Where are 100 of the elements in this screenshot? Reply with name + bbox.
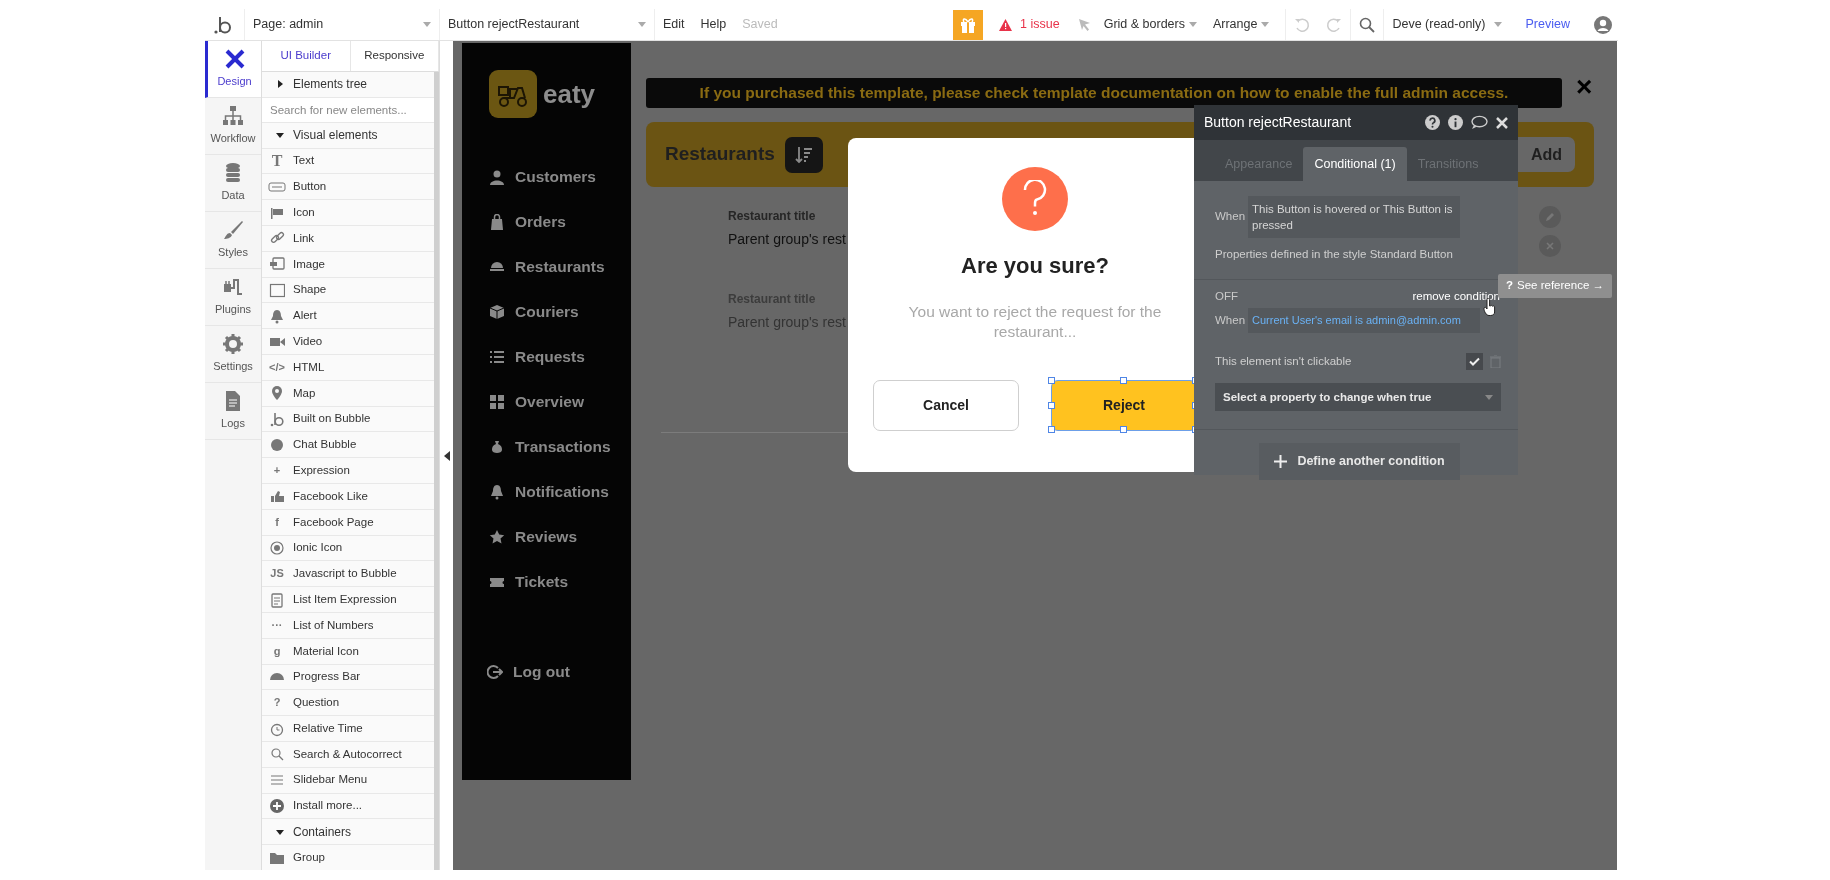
panel-title: Button rejectRestaurant: [1204, 113, 1353, 132]
dialog-message: You want to reject the request for the restaurant...: [907, 302, 1163, 343]
element-item[interactable]: Ionic Icon: [262, 535, 434, 562]
nav-item[interactable]: Transactions: [489, 424, 631, 469]
clipboard-icon: [269, 591, 285, 608]
page-title: Restaurants: [665, 142, 776, 167]
close-icon[interactable]: [1496, 116, 1508, 129]
element-glyph-icon: JS: [268, 565, 286, 582]
add-condition-button[interactable]: Define another condition: [1259, 443, 1460, 481]
element-item[interactable]: Install more...: [262, 793, 434, 820]
condition-field[interactable]: This Button is hovered or This Button is pressed: [1248, 196, 1460, 239]
sidebar-tab[interactable]: Logs: [205, 383, 261, 440]
element-item[interactable]: Facebook Like: [262, 483, 434, 510]
element-glyph-icon: ?: [268, 694, 286, 711]
radio-icon: [269, 539, 285, 556]
toolbar-dropdown[interactable]: Arrange: [1212, 15, 1270, 34]
element-item[interactable]: Alert: [262, 303, 434, 330]
map-pin-icon: [269, 385, 285, 402]
grid-icon: [489, 393, 505, 410]
reject-button[interactable]: Reject: [1051, 380, 1197, 432]
logout-link[interactable]: Log out: [487, 649, 631, 694]
element-item[interactable]: Button: [262, 174, 434, 201]
checkbox[interactable]: [1466, 353, 1483, 371]
nav-item[interactable]: Orders: [489, 199, 631, 244]
issues-link[interactable]: 1 issue: [999, 15, 1060, 34]
condition-status: OFF: [1215, 289, 1239, 305]
element-item[interactable]: Map: [262, 380, 434, 407]
nav-item[interactable]: Customers: [489, 154, 631, 199]
nav-item[interactable]: Reviews: [489, 514, 631, 559]
toolbar-dropdown[interactable]: Grid & borders: [1103, 15, 1197, 34]
shopping-bag-icon: [489, 213, 505, 230]
nav-item[interactable]: Couriers: [489, 289, 631, 334]
element-glyph-icon: T: [268, 149, 286, 173]
sort-button[interactable]: [785, 136, 823, 173]
element-item[interactable]: Slidebar Menu: [262, 767, 434, 794]
element-glyph-icon: </>: [268, 359, 286, 376]
cloche-icon: [489, 262, 505, 271]
cancel-button[interactable]: Cancel: [873, 380, 1019, 432]
chat-bubble-icon: [269, 436, 285, 453]
sidebar-tab[interactable]: Design: [205, 41, 261, 98]
close-icon[interactable]: ×: [1576, 73, 1593, 101]
element-item[interactable]: Video: [262, 329, 434, 355]
sidebar-tab[interactable]: Styles: [205, 212, 261, 269]
version-dropdown[interactable]: Deve (read-only): [1392, 15, 1502, 34]
logo-icon: [269, 410, 285, 427]
nav-item[interactable]: Tickets: [489, 559, 631, 604]
caret-icon: [1261, 22, 1270, 27]
thumbs-up-icon: [269, 488, 285, 505]
search-field[interactable]: Search for new elements...: [262, 97, 434, 123]
field-label: Restaurant title: [728, 208, 816, 225]
preview-link[interactable]: Preview: [1525, 15, 1570, 34]
panel-tab[interactable]: UI Builder: [262, 41, 351, 71]
element-glyph-icon: f: [268, 513, 286, 531]
nav-item[interactable]: Requests: [489, 334, 631, 379]
element-item[interactable]: Image: [262, 251, 434, 278]
plus-icon: [1274, 455, 1288, 469]
remove-condition-link[interactable]: remove condition: [1412, 288, 1500, 306]
when-label: When: [1215, 209, 1247, 225]
bell-icon: [269, 307, 285, 324]
caret-icon: [1485, 394, 1493, 400]
panel-tab[interactable]: Conditional (1): [1303, 147, 1407, 181]
bell-icon: [489, 483, 505, 500]
search-icon[interactable]: [1359, 16, 1376, 33]
logo-icon: [213, 14, 233, 35]
gift-icon: [959, 15, 978, 34]
panel-tab[interactable]: Responsive: [350, 41, 439, 71]
sidebar-tab[interactable]: Plugins: [205, 269, 261, 326]
image-icon: [269, 256, 285, 273]
menu-item[interactable]: Help: [700, 15, 727, 34]
comment-icon[interactable]: [1471, 115, 1488, 130]
page-dropdown[interactable]: Page: admin: [245, 9, 440, 40]
pencil-icon: [1545, 212, 1555, 222]
list-icon: [489, 348, 505, 365]
nav-item[interactable]: Notifications: [489, 469, 631, 514]
money-bag-icon: [489, 438, 505, 455]
info-icon[interactable]: [1448, 115, 1463, 130]
element-glyph-icon: g: [268, 642, 286, 660]
element-glyph-icon: +: [268, 462, 286, 479]
avatar-icon[interactable]: [1594, 15, 1612, 34]
element-item[interactable]: Icon: [262, 200, 434, 226]
element-item[interactable]: Chat Bubble: [262, 432, 434, 459]
workflow-icon: [222, 105, 244, 128]
collapse-arrow-icon[interactable]: [443, 450, 450, 461]
box-icon: [489, 303, 505, 320]
sidebar-tab[interactable]: Settings: [205, 326, 261, 383]
nav-item[interactable]: Restaurants: [489, 244, 631, 289]
element-glyph-icon: ···: [268, 617, 286, 634]
nav-item[interactable]: Overview: [489, 379, 631, 424]
sidebar-tab[interactable]: Data: [205, 155, 261, 212]
brush-icon: [222, 219, 244, 242]
property-label: This element isn't clickable: [1215, 354, 1353, 370]
element-item[interactable]: List Item Expression: [262, 587, 434, 613]
help-icon[interactable]: [1425, 115, 1440, 130]
sidebar-tab[interactable]: Workflow: [205, 98, 261, 155]
element-item[interactable]: Progress Bar: [262, 664, 434, 691]
condition-note: Properties defined in the style Standard Button: [1215, 247, 1454, 263]
menu-item[interactable]: Edit: [663, 15, 685, 34]
property-dropdown[interactable]: Select a property to change when true: [1215, 383, 1501, 412]
element-dropdown[interactable]: Button rejectRestaurant: [440, 9, 655, 40]
logout-icon: [487, 663, 503, 680]
